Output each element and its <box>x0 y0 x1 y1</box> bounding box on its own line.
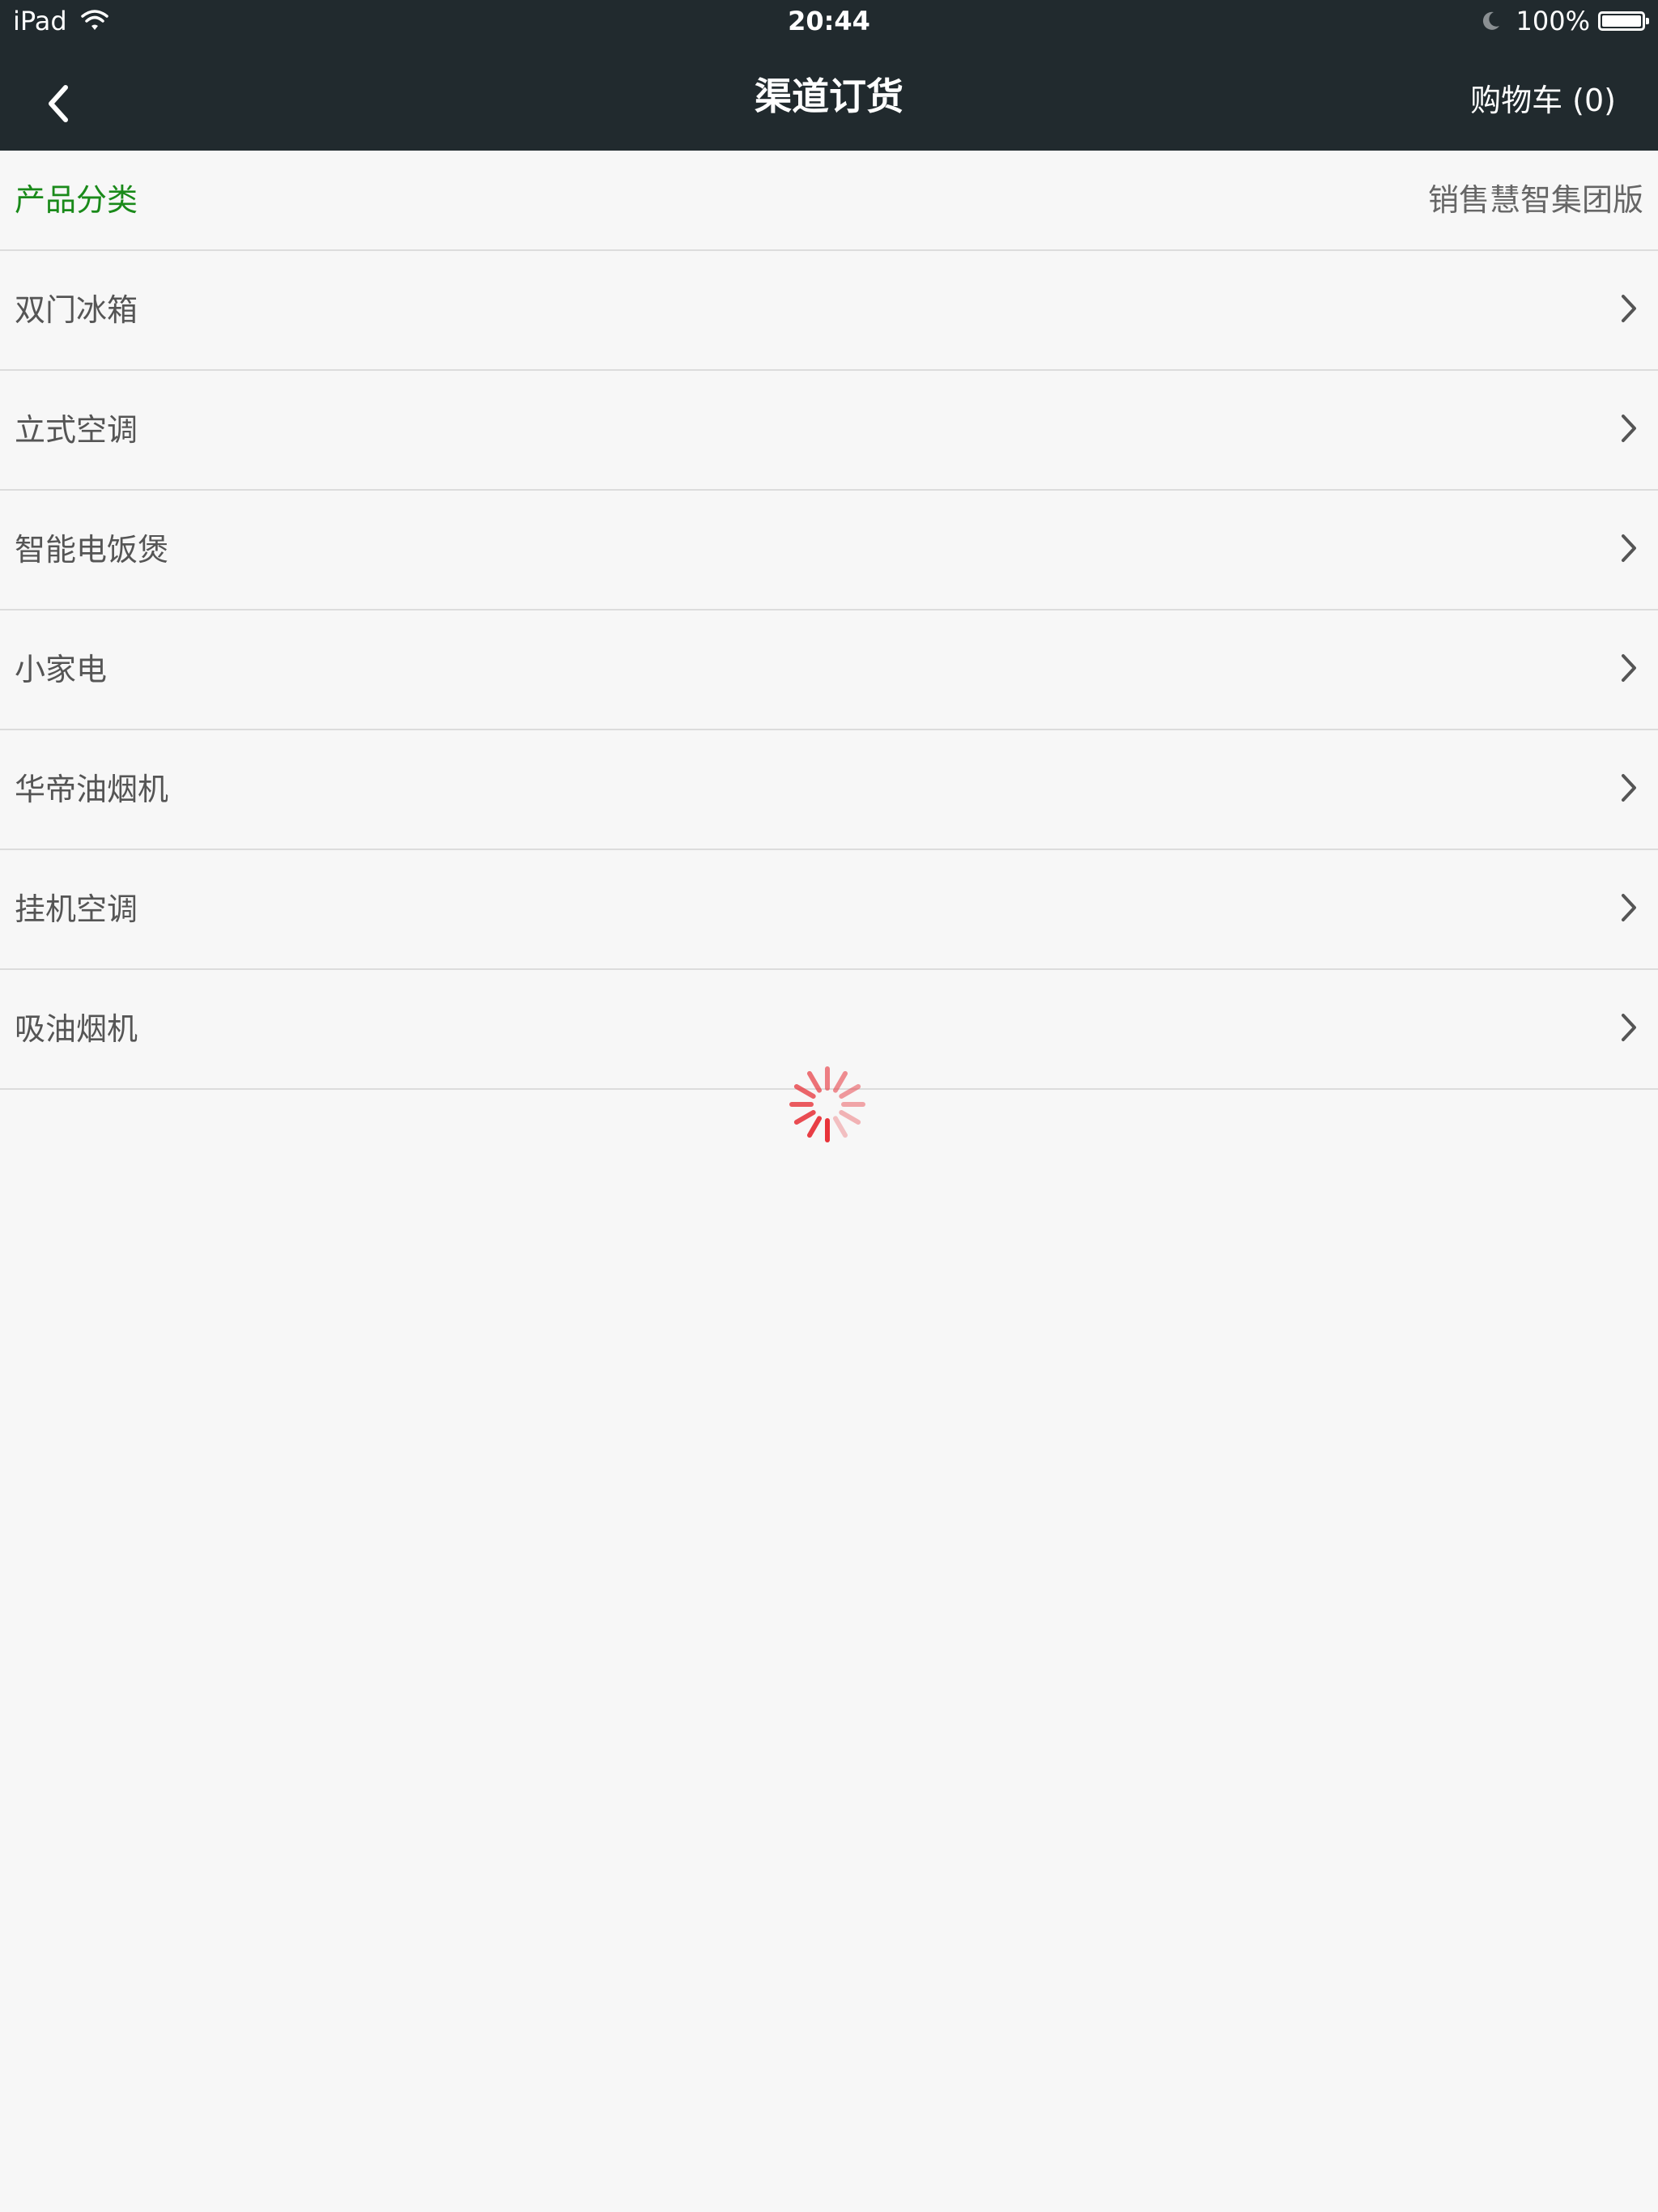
spinner-spoke <box>807 1116 822 1138</box>
category-header-title: 产品分类 <box>15 182 138 218</box>
spinner-spoke <box>793 1110 816 1125</box>
battery-icon <box>1598 11 1649 31</box>
category-item-label: 智能电饭煲 <box>15 532 169 568</box>
category-item-label: 吸油烟机 <box>15 1011 138 1047</box>
category-item-label: 挂机空调 <box>15 891 138 927</box>
category-item-label: 小家电 <box>15 652 108 687</box>
chevron-right-icon <box>1622 654 1636 682</box>
spinner-spoke <box>839 1110 861 1125</box>
spinner-spoke <box>833 1070 848 1093</box>
category-item-vatti-range-hood[interactable]: 华帝油烟机 <box>0 730 1658 850</box>
chevron-right-icon <box>1622 774 1636 802</box>
category-list: 双门冰箱 立式空调 智能电饭煲 小家电 华帝油烟机 挂机空调 吸油烟机 <box>0 251 1658 1090</box>
battery-percent: 100% <box>1516 6 1590 36</box>
category-item-double-door-fridge[interactable]: 双门冰箱 <box>0 251 1658 371</box>
spinner-spoke <box>793 1084 816 1099</box>
category-item-label: 双门冰箱 <box>15 292 138 328</box>
category-header: 产品分类 销售慧智集团版 <box>0 151 1658 251</box>
edition-label: 销售慧智集团版 <box>1427 182 1643 218</box>
category-item-wall-ac[interactable]: 挂机空调 <box>0 850 1658 970</box>
spinner-spoke <box>839 1084 861 1099</box>
cart-button[interactable]: 购物车 (0) <box>1470 74 1616 126</box>
spinner-icon <box>789 1066 865 1142</box>
status-bar-right: 100% <box>1479 5 1649 37</box>
category-item-label: 立式空调 <box>15 412 138 448</box>
category-item-smart-rice-cooker[interactable]: 智能电饭煲 <box>0 491 1658 610</box>
moon-icon <box>1482 11 1499 30</box>
chevron-right-icon <box>1622 295 1636 322</box>
chevron-right-icon <box>1622 534 1636 562</box>
category-item-label: 华帝油烟机 <box>15 772 169 807</box>
spinner-spoke <box>833 1116 848 1138</box>
status-time: 20:44 <box>788 6 870 36</box>
category-item-small-appliances[interactable]: 小家电 <box>0 610 1658 730</box>
spinner-spoke <box>807 1070 822 1093</box>
chevron-right-icon <box>1622 894 1636 921</box>
category-item-standing-ac[interactable]: 立式空调 <box>0 371 1658 491</box>
chevron-right-icon <box>1622 1014 1636 1041</box>
chevron-right-icon <box>1622 415 1636 442</box>
page-title: 渠道订货 <box>755 74 903 118</box>
top-bar: iPad 20:44 100% 渠道订货 购物车 (0) <box>0 0 1658 151</box>
